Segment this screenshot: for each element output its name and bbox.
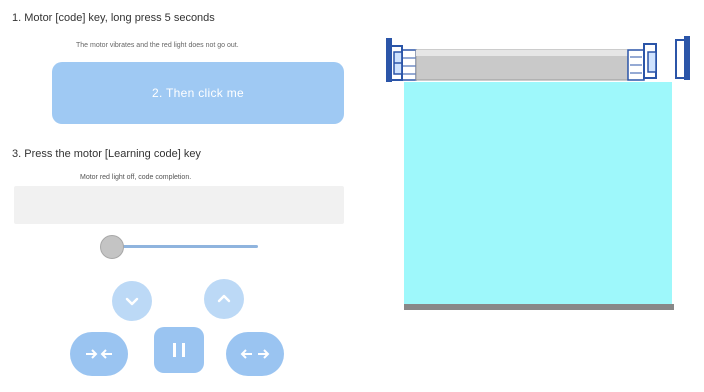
pause-icon bbox=[173, 343, 185, 357]
left-bracket bbox=[386, 38, 417, 82]
chevron-down-icon bbox=[125, 297, 139, 306]
pause-button[interactable] bbox=[154, 327, 204, 373]
pairing-panel: 1. Motor [code] key, long press 5 second… bbox=[0, 0, 360, 392]
step3-heading: 3. Press the motor [Learning code] key bbox=[12, 148, 201, 160]
status-field bbox=[14, 186, 344, 224]
up-button[interactable] bbox=[204, 279, 244, 319]
down-button[interactable] bbox=[112, 281, 152, 321]
right-bracket bbox=[627, 36, 690, 81]
step3-description: Motor red light off, code completion. bbox=[80, 174, 192, 181]
step1-description: The motor vibrates and the red light doe… bbox=[76, 42, 239, 49]
then-click-me-button[interactable]: 2. Then click me bbox=[52, 62, 344, 124]
chevron-up-icon bbox=[217, 294, 231, 303]
blind-fabric bbox=[404, 82, 672, 306]
arrows-inward-icon bbox=[86, 349, 112, 359]
close-curtain-button[interactable] bbox=[70, 332, 128, 376]
position-slider-track[interactable] bbox=[112, 245, 258, 248]
step1-heading: 1. Motor [code] key, long press 5 second… bbox=[12, 12, 215, 24]
bottom-rail bbox=[404, 304, 674, 310]
position-slider-thumb[interactable] bbox=[100, 235, 124, 259]
arrows-outward-icon bbox=[240, 349, 270, 359]
roller-blind-illustration bbox=[386, 36, 690, 310]
curtain-preview bbox=[372, 0, 704, 392]
open-curtain-button[interactable] bbox=[226, 332, 284, 376]
